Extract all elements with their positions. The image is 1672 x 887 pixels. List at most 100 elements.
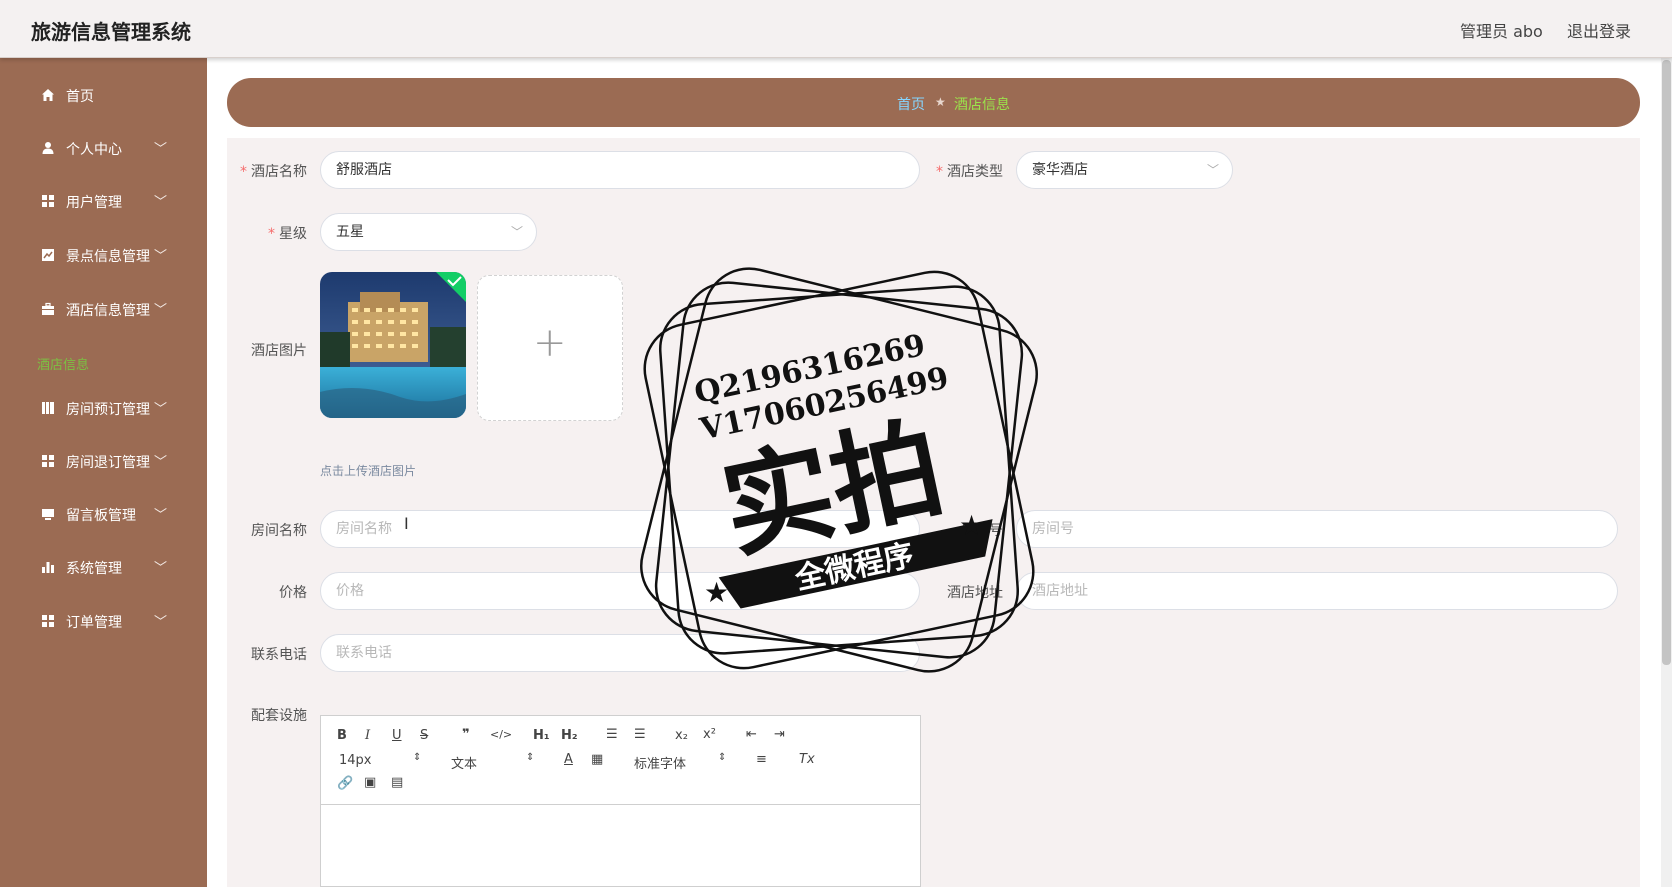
breadcrumb-home[interactable]: 首页	[897, 94, 925, 114]
sidebar-item-order-management[interactable]: 订单管理 ﹀	[0, 602, 207, 642]
indent-icon[interactable]: ⇥	[774, 727, 785, 742]
ordered-list-icon[interactable]: ☰	[606, 727, 618, 742]
plus-icon: +	[533, 320, 567, 366]
sidebar-item-label: 房间退订管理	[66, 455, 150, 471]
image-icon[interactable]: ▣	[364, 775, 376, 790]
sidebar-item-user-management[interactable]: 用户管理 ﹀	[0, 182, 207, 222]
strikethrough-icon[interactable]: S	[420, 728, 428, 743]
phone-label: 联系电话	[251, 647, 307, 663]
facilities-rich-editor: B I U S ❞ </> H₁ H₂ ☰ ☰ x₂ x² ⇤ ⇥ 14px ⇕…	[320, 715, 921, 887]
breadcrumb-separator-icon: ★	[935, 95, 946, 109]
chevron-down-icon: ﹀	[154, 615, 168, 630]
briefcase-icon	[42, 302, 54, 315]
font-color-icon[interactable]: A	[564, 752, 573, 767]
star-level-label: * 星级	[268, 226, 307, 242]
video-icon[interactable]: ▤	[391, 775, 403, 790]
logout-link[interactable]: 退出登录	[1567, 18, 1631, 42]
superscript-icon[interactable]: x²	[703, 727, 716, 742]
block-format-arrows-icon: ⇕	[526, 752, 535, 763]
sidebar: 首页 个人中心 ﹀ 用户管理 ﹀ 景点信息管理 ﹀ 酒店信息管理 ﹀ 酒店信息 …	[0, 58, 207, 887]
sidebar-item-system-management[interactable]: 系统管理 ﹀	[0, 548, 207, 588]
image-upload-button[interactable]: +	[477, 275, 623, 421]
editor-toolbar: B I U S ❞ </> H₁ H₂ ☰ ☰ x₂ x² ⇤ ⇥ 14px ⇕…	[321, 716, 920, 805]
user-icon	[42, 142, 54, 154]
clear-format-icon[interactable]: Tx	[799, 752, 815, 767]
star-level-value: 五星	[336, 224, 364, 240]
font-size-select[interactable]: 14px	[339, 753, 372, 768]
hotel-type-select[interactable]: 豪华酒店 ﹀	[1016, 151, 1233, 189]
sidebar-item-home[interactable]: 首页	[0, 76, 207, 116]
chart-icon	[42, 249, 54, 261]
sidebar-item-room-booking[interactable]: 房间预订管理 ﹀	[0, 389, 207, 429]
home-icon	[42, 89, 54, 101]
sidebar-item-label: 用户管理	[66, 195, 122, 211]
price-input[interactable]: 价格	[320, 572, 920, 610]
chevron-down-icon: ﹀	[154, 561, 168, 576]
chevron-down-icon: ﹀	[154, 249, 168, 264]
blockquote-icon[interactable]: ❞	[462, 727, 470, 742]
sidebar-item-label: 订单管理	[66, 615, 122, 631]
top-header: 旅游信息管理系统 管理员 abo 退出登录	[0, 0, 1672, 58]
grid-icon	[42, 195, 54, 207]
chevron-down-icon: ﹀	[1206, 163, 1219, 177]
bullet-list-icon[interactable]: ☰	[634, 727, 646, 742]
scrollbar-thumb[interactable]	[1662, 60, 1671, 665]
font-size-arrows-icon: ⇕	[413, 752, 422, 763]
heading2-icon[interactable]: H₂	[561, 728, 578, 743]
chevron-down-icon: ﹀	[154, 508, 168, 523]
app-title: 旅游信息管理系统	[31, 20, 191, 44]
hotel-type-label: * 酒店类型	[936, 164, 1003, 180]
font-family-arrows-icon: ⇕	[718, 752, 727, 763]
sidebar-subitem-hotel-info[interactable]: 酒店信息	[37, 354, 89, 373]
sidebar-item-message-board[interactable]: 留言板管理 ﹀	[0, 495, 207, 535]
price-label: 价格	[279, 585, 307, 601]
breadcrumb: 首页 ★ 酒店信息	[227, 78, 1640, 127]
text-cursor-icon: I	[404, 514, 409, 533]
link-icon[interactable]: 🔗	[337, 776, 353, 791]
chevron-down-icon: ﹀	[154, 303, 168, 318]
room-name-input[interactable]: 房间名称	[320, 510, 920, 548]
sidebar-item-label: 景点信息管理	[66, 249, 150, 265]
heading1-icon[interactable]: H₁	[533, 728, 550, 743]
sidebar-item-label: 酒店信息管理	[66, 303, 150, 319]
room-number-label: 房间号	[961, 523, 1003, 539]
sidebar-item-hotel-management[interactable]: 酒店信息管理 ﹀	[0, 290, 207, 330]
sidebar-item-label: 系统管理	[66, 561, 122, 577]
room-name-label: 房间名称	[251, 523, 307, 539]
chevron-down-icon: ﹀	[154, 402, 168, 417]
hotel-image-label: 酒店图片	[251, 343, 307, 359]
chevron-down-icon: ﹀	[154, 455, 168, 470]
hotel-name-label: * 酒店名称	[240, 164, 307, 180]
background-color-icon[interactable]: ▦	[591, 752, 603, 767]
bar-chart-icon	[42, 562, 54, 573]
sidebar-item-personal-center[interactable]: 个人中心 ﹀	[0, 129, 207, 169]
subscript-icon[interactable]: x₂	[675, 728, 688, 743]
underline-icon[interactable]: U	[392, 728, 402, 743]
sidebar-item-label: 留言板管理	[66, 508, 136, 524]
sidebar-item-label: 首页	[66, 89, 94, 105]
hotel-address-input[interactable]: 酒店地址	[1016, 572, 1618, 610]
grid-icon	[42, 615, 54, 627]
phone-input[interactable]: 联系电话	[320, 634, 920, 672]
sidebar-item-label: 房间预订管理	[66, 402, 150, 418]
star-level-select[interactable]: 五星 ﹀	[320, 213, 537, 251]
bold-icon[interactable]: B	[337, 728, 347, 743]
sidebar-item-label: 个人中心	[66, 142, 122, 158]
align-icon[interactable]: ≡	[756, 752, 767, 767]
hotel-type-value: 豪华酒店	[1032, 162, 1088, 178]
grid-icon	[42, 455, 54, 467]
sidebar-item-room-cancel[interactable]: 房间退订管理 ﹀	[0, 442, 207, 482]
hotel-name-input[interactable]: 舒服酒店	[320, 151, 920, 189]
monitor-icon	[42, 509, 54, 520]
outdent-icon[interactable]: ⇤	[746, 727, 757, 742]
block-format-select[interactable]: 文本	[451, 753, 477, 772]
room-number-input[interactable]: 房间号	[1016, 510, 1618, 548]
italic-icon[interactable]: I	[365, 728, 370, 743]
sidebar-item-scenic-management[interactable]: 景点信息管理 ﹀	[0, 236, 207, 276]
chevron-down-icon: ﹀	[510, 225, 523, 239]
code-icon[interactable]: </>	[490, 728, 512, 741]
font-family-select[interactable]: 标准字体	[634, 753, 686, 772]
hotel-image-thumbnail[interactable]	[320, 272, 466, 418]
book-icon	[42, 402, 54, 414]
facilities-label: 配套设施	[251, 708, 307, 724]
